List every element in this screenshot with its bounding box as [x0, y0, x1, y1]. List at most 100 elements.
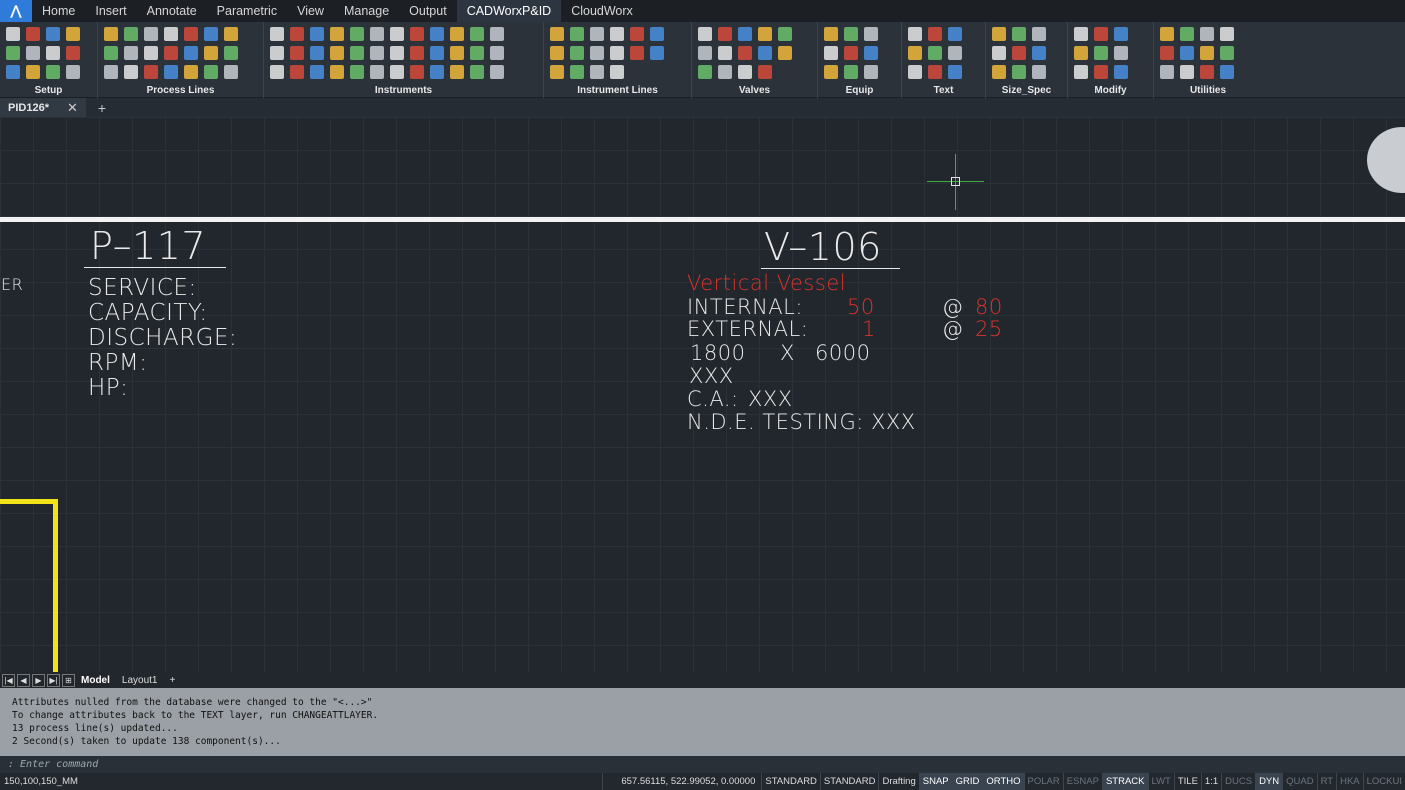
ribbon-tool-icon[interactable]	[1074, 46, 1088, 60]
ribbon-tool-icon[interactable]	[992, 46, 1006, 60]
tab-model[interactable]: Model	[75, 675, 116, 686]
ribbon-tool-icon[interactable]	[144, 65, 158, 79]
ribbon-tool-icon[interactable]	[590, 65, 604, 79]
ribbon-tool-icon[interactable]	[66, 27, 80, 41]
ribbon-tool-icon[interactable]	[1200, 46, 1214, 60]
ribbon-tool-icon[interactable]	[778, 27, 792, 41]
ribbon-tool-icon[interactable]	[410, 27, 424, 41]
ribbon-tool-icon[interactable]	[590, 46, 604, 60]
ribbon-tool-icon[interactable]	[630, 27, 644, 41]
ribbon-tool-icon[interactable]	[470, 65, 484, 79]
ribbon-tool-icon[interactable]	[390, 27, 404, 41]
status-toggle-dyn[interactable]: DYN	[1255, 773, 1283, 790]
vessel-internal-temp[interactable]: 80	[975, 295, 1003, 319]
ribbon-tool-icon[interactable]	[350, 65, 364, 79]
ribbon-tool-icon[interactable]	[46, 46, 60, 60]
status-toggle-grid[interactable]: GRID	[951, 773, 983, 790]
ribbon-tool-icon[interactable]	[864, 46, 878, 60]
vessel-ca-value[interactable]: XXX	[748, 387, 793, 411]
ribbon-tool-icon[interactable]	[204, 65, 218, 79]
ribbon-tool-icon[interactable]	[1160, 65, 1174, 79]
ribbon-tool-icon[interactable]	[1094, 46, 1108, 60]
next-layout-icon[interactable]: ▶	[32, 673, 45, 687]
tab-annotate[interactable]: Annotate	[137, 0, 207, 22]
ribbon-tool-icon[interactable]	[844, 65, 858, 79]
ribbon-tool-icon[interactable]	[26, 46, 40, 60]
ribbon-tool-icon[interactable]	[350, 27, 364, 41]
status-toggle-ortho[interactable]: ORTHO	[982, 773, 1024, 790]
ribbon-tool-icon[interactable]	[908, 46, 922, 60]
ribbon-tool-icon[interactable]	[6, 46, 20, 60]
ribbon-tool-icon[interactable]	[490, 65, 504, 79]
ribbon-tool-icon[interactable]	[1012, 27, 1026, 41]
ribbon-tool-icon[interactable]	[844, 27, 858, 41]
ribbon-tool-icon[interactable]	[290, 65, 304, 79]
ribbon-tool-icon[interactable]	[1032, 46, 1046, 60]
tab-output[interactable]: Output	[399, 0, 457, 22]
status-spec[interactable]: 150,100,150_MM	[0, 776, 602, 787]
status-toggle-polar[interactable]: POLAR	[1023, 773, 1063, 790]
status-toggle-quad[interactable]: QUAD	[1282, 773, 1316, 790]
tab-layout1[interactable]: Layout1	[116, 675, 164, 686]
ribbon-tool-icon[interactable]	[370, 27, 384, 41]
pump-discharge-label[interactable]: DISCHARGE:	[88, 325, 237, 351]
ribbon-tool-icon[interactable]	[948, 65, 962, 79]
tab-cloudworx[interactable]: CloudWorx	[561, 0, 643, 22]
status-toggle-drafting[interactable]: Drafting	[878, 773, 918, 790]
vessel-internal-pressure[interactable]: 50	[847, 295, 875, 319]
ribbon-tool-icon[interactable]	[330, 46, 344, 60]
ribbon-tool-icon[interactable]	[124, 65, 138, 79]
ribbon-tool-icon[interactable]	[1114, 65, 1128, 79]
vessel-length[interactable]: 6000	[815, 341, 870, 365]
ribbon-tool-icon[interactable]	[1074, 65, 1088, 79]
tab-manage[interactable]: Manage	[334, 0, 399, 22]
pump-service-label[interactable]: SERVICE:	[88, 275, 197, 301]
ribbon-tool-icon[interactable]	[928, 46, 942, 60]
ribbon-tool-icon[interactable]	[310, 46, 324, 60]
ribbon-tool-icon[interactable]	[330, 65, 344, 79]
ribbon-tool-icon[interactable]	[738, 65, 752, 79]
ribbon-tool-icon[interactable]	[450, 65, 464, 79]
add-tab-icon[interactable]: +	[98, 100, 106, 116]
ribbon-tool-icon[interactable]	[550, 46, 564, 60]
ribbon-tool-icon[interactable]	[698, 65, 712, 79]
ribbon-tool-icon[interactable]	[270, 65, 284, 79]
ribbon-tool-icon[interactable]	[330, 27, 344, 41]
drawing-canvas[interactable]: P–117 SERVICE: CAPACITY: DISCHARGE: RPM:…	[0, 117, 1405, 672]
tab-view[interactable]: View	[287, 0, 334, 22]
ribbon-tool-icon[interactable]	[144, 46, 158, 60]
ribbon-tool-icon[interactable]	[718, 65, 732, 79]
ribbon-tool-icon[interactable]	[1074, 27, 1088, 41]
vessel-nde-value[interactable]: XXX	[871, 410, 916, 434]
status-toggle-rt[interactable]: RT	[1316, 773, 1337, 790]
ribbon-tool-icon[interactable]	[630, 46, 644, 60]
last-layout-icon[interactable]: ▶|	[47, 673, 60, 687]
ribbon-tool-icon[interactable]	[270, 46, 284, 60]
ribbon-tool-icon[interactable]	[66, 46, 80, 60]
ribbon-tool-icon[interactable]	[224, 65, 238, 79]
vessel-external-pressure[interactable]: 1	[862, 317, 876, 341]
ribbon-tool-icon[interactable]	[928, 65, 942, 79]
ribbon-tool-icon[interactable]	[698, 27, 712, 41]
ribbon-tool-icon[interactable]	[410, 65, 424, 79]
equipment-outline[interactable]	[0, 499, 58, 672]
tab-parametric[interactable]: Parametric	[207, 0, 287, 22]
ribbon-tool-icon[interactable]	[948, 27, 962, 41]
ribbon-tool-icon[interactable]	[224, 27, 238, 41]
ribbon-tool-icon[interactable]	[864, 65, 878, 79]
ribbon-tool-icon[interactable]	[184, 27, 198, 41]
ribbon-tool-icon[interactable]	[450, 27, 464, 41]
ribbon-tool-icon[interactable]	[290, 46, 304, 60]
ribbon-tool-icon[interactable]	[1200, 27, 1214, 41]
ribbon-tool-icon[interactable]	[1180, 46, 1194, 60]
ribbon-tool-icon[interactable]	[590, 27, 604, 41]
ribbon-tool-icon[interactable]	[718, 46, 732, 60]
status-toggle-tile[interactable]: TILE	[1173, 773, 1201, 790]
ribbon-tool-icon[interactable]	[1012, 46, 1026, 60]
ribbon-tool-icon[interactable]	[124, 27, 138, 41]
ribbon-tool-icon[interactable]	[718, 27, 732, 41]
ribbon-tool-icon[interactable]	[908, 27, 922, 41]
vessel-tag[interactable]: V–106	[764, 225, 882, 269]
ribbon-tool-icon[interactable]	[698, 46, 712, 60]
status-coordinates[interactable]: 657.56115, 522.99052, 0.00000	[602, 773, 761, 790]
